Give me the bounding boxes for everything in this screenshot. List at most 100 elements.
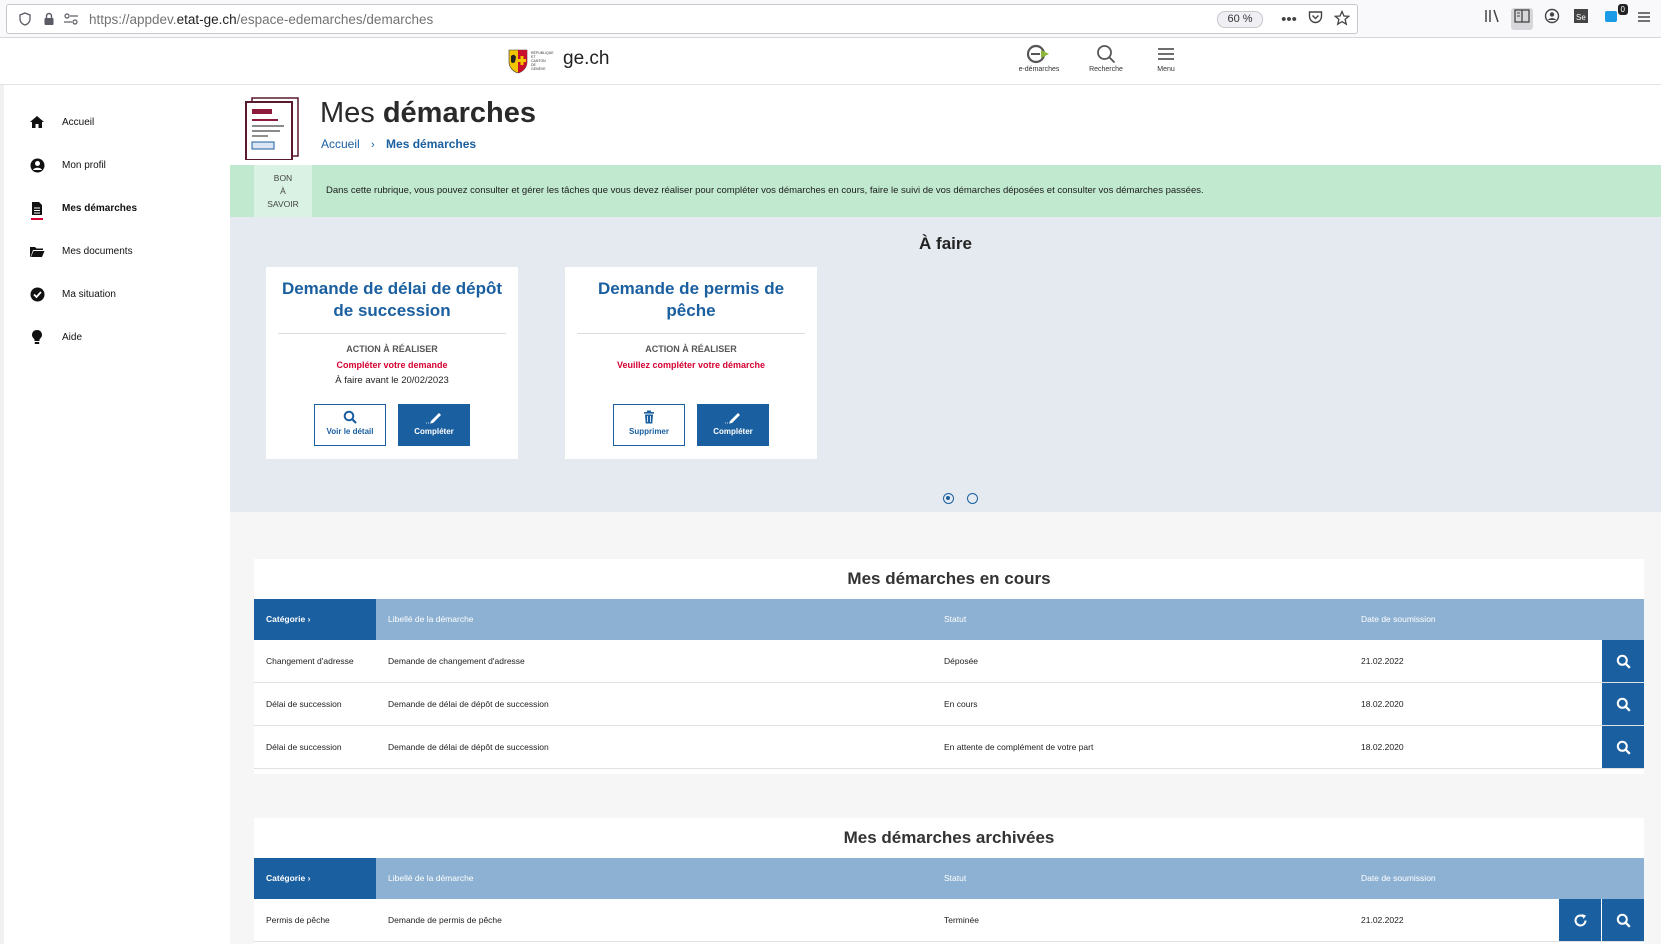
shield-icon[interactable]	[17, 12, 33, 28]
pocket-icon[interactable]	[1305, 10, 1325, 30]
header-date[interactable]: Date de soumission	[1361, 858, 1436, 899]
page-title: Mes démarches	[320, 97, 536, 129]
sidebar-item-accueil[interactable]: Accueil	[28, 111, 94, 133]
sort-categorie-header[interactable]: Catégorie ›	[254, 599, 376, 640]
edemarches-icon	[1026, 44, 1049, 64]
account-icon[interactable]	[1541, 8, 1563, 30]
table-row: Délai de succession Demande de délai de …	[254, 683, 1644, 726]
completer-button[interactable]: Compléter	[398, 404, 470, 446]
info-text: Dans cette rubrique, vous pouvez consult…	[326, 185, 1204, 196]
table-row: Délai de succession Demande de délai de …	[254, 726, 1644, 769]
card-action-label: ACTION À RÉALISER	[645, 344, 737, 354]
header-statut[interactable]: Statut	[944, 599, 966, 640]
sidebar-item-label: Mes démarches	[62, 202, 138, 214]
search-icon	[1616, 697, 1631, 712]
card-cta: Veuillez compléter votre démarche	[616, 360, 766, 370]
notification-extension-icon[interactable]: 0	[1600, 4, 1628, 30]
todo-card: Demande de délai de dépôt de succession …	[266, 267, 518, 459]
header-libelle[interactable]: Libellé de la démarche	[388, 858, 474, 899]
view-row-button[interactable]	[1602, 899, 1644, 941]
renew-row-button[interactable]	[1559, 899, 1601, 941]
table-header: Catégorie › Libellé de la démarche Statu…	[254, 599, 1644, 640]
header-date[interactable]: Date de soumission	[1361, 599, 1436, 640]
breadcrumb-home-link[interactable]: Accueil	[321, 137, 360, 151]
table-row: Changement d'adresse Demande de changeme…	[254, 640, 1644, 683]
user-icon	[28, 156, 46, 174]
chevron-right-icon: ›	[307, 873, 311, 883]
view-row-button[interactable]	[1602, 726, 1644, 768]
breadcrumb-current: Mes démarches	[386, 137, 477, 151]
view-row-button[interactable]	[1602, 683, 1644, 725]
pencil-icon	[426, 413, 441, 424]
view-row-button[interactable]	[1602, 640, 1644, 682]
cell-date: 21.02.2022	[1361, 915, 1404, 925]
archivees-title: Mes démarches archivées	[843, 828, 1055, 847]
trash-icon	[644, 410, 654, 424]
geneva-crest-logo[interactable]	[508, 48, 528, 74]
reader-view-icon[interactable]	[1511, 8, 1533, 30]
header-libelle[interactable]: Libellé de la démarche	[388, 599, 474, 640]
site-brand[interactable]: ge.ch	[563, 48, 609, 70]
page-header: Mes démarches Accueil › Mes démarches	[230, 85, 1661, 165]
sort-categorie-header[interactable]: Catégorie ›	[254, 858, 376, 899]
search-icon	[1097, 45, 1116, 64]
completer-button[interactable]: Compléter	[697, 404, 769, 446]
header-statut[interactable]: Statut	[944, 858, 966, 899]
header-search-label: Recherche	[1089, 66, 1123, 73]
cell-statut: Déposée	[944, 656, 979, 666]
more-actions-icon[interactable]: •••	[1279, 10, 1299, 30]
cell-statut: En attente de complément de votre part	[944, 742, 1094, 752]
lightbulb-icon	[28, 328, 46, 346]
header-search[interactable]: Recherche	[1081, 44, 1131, 73]
info-banner: BON À SAVOIR Dans cette rubrique, vous p…	[230, 165, 1661, 217]
library-icon[interactable]	[1482, 8, 1504, 30]
lock-icon[interactable]	[41, 12, 57, 28]
sidebar-item-aide[interactable]: Aide	[28, 326, 82, 348]
cell-libelle: Demande de délai de dépôt de succession	[388, 742, 549, 752]
cell-date: 18.02.2020	[1361, 699, 1404, 709]
carousel-dot-2[interactable]	[967, 493, 978, 504]
cell-categorie: Changement d'adresse	[266, 656, 354, 666]
selenium-extension-icon[interactable]: Se	[1570, 8, 1592, 30]
header-menu[interactable]: Menu	[1141, 44, 1191, 73]
sidebar-item-mes-demarches[interactable]: Mes démarches	[28, 197, 138, 220]
bon-a-savoir-label: BON À SAVOIR	[254, 165, 312, 217]
cell-categorie: Délai de succession	[266, 742, 342, 752]
cell-categorie: Délai de succession	[266, 699, 342, 709]
voir-detail-button[interactable]: Voir le détail	[314, 404, 386, 446]
sidebar-item-mes-documents[interactable]: Mes documents	[28, 240, 133, 262]
browser-toolbar: https://appdev.etat-ge.ch/espace-edemarc…	[0, 0, 1661, 38]
table-row: Permis de pêche Demande de permis de pêc…	[254, 899, 1644, 942]
breadcrumb: Accueil › Mes démarches	[321, 137, 476, 151]
header-edemarches[interactable]: e-démarches	[1014, 44, 1064, 73]
crest-caption: RÉPUBLIQUE ET CANTON DE GENÈVE	[531, 51, 554, 71]
cell-libelle: Demande de permis de pêche	[388, 915, 502, 925]
carousel-dot-1[interactable]	[943, 493, 954, 504]
document-icon	[28, 199, 46, 220]
address-bar[interactable]: https://appdev.etat-ge.ch/espace-edemarc…	[6, 4, 1358, 34]
sidebar-item-label: Mon profil	[62, 159, 106, 171]
refresh-icon	[1574, 913, 1586, 926]
cell-statut: En cours	[944, 699, 978, 709]
en-cours-title: Mes démarches en cours	[847, 569, 1051, 588]
main-content: Mes démarches Accueil › Mes démarches BO…	[230, 85, 1661, 944]
bookmark-star-icon[interactable]	[1332, 9, 1352, 30]
cell-libelle: Demande de changement d'adresse	[388, 656, 525, 666]
cell-libelle: Demande de délai de dépôt de succession	[388, 699, 549, 709]
header-edemarches-label: e-démarches	[1018, 66, 1060, 73]
card-due-date: À faire avant le 20/02/2023	[335, 375, 449, 386]
demarches-document-icon	[238, 96, 308, 165]
todo-section: À faire Demande de délai de dépôt de suc…	[230, 217, 1661, 512]
sidebar-item-mon-profil[interactable]: Mon profil	[28, 154, 106, 176]
permissions-icon[interactable]	[63, 12, 79, 28]
pencil-icon	[725, 413, 740, 424]
card-title: Demande de délai de dépôt de succession	[281, 279, 503, 320]
url-text[interactable]: https://appdev.etat-ge.ch/espace-edemarc…	[89, 12, 433, 27]
site-header: RÉPUBLIQUE ET CANTON DE GENÈVE ge.ch e-d…	[0, 38, 1661, 85]
hamburger-menu-icon[interactable]	[1633, 8, 1655, 30]
chevron-right-icon: ›	[307, 614, 311, 624]
zoom-level[interactable]: 60 %	[1217, 11, 1263, 28]
sidebar-item-ma-situation[interactable]: Ma situation	[28, 283, 116, 305]
active-indicator	[31, 218, 43, 220]
supprimer-button[interactable]: Supprimer	[613, 404, 685, 446]
